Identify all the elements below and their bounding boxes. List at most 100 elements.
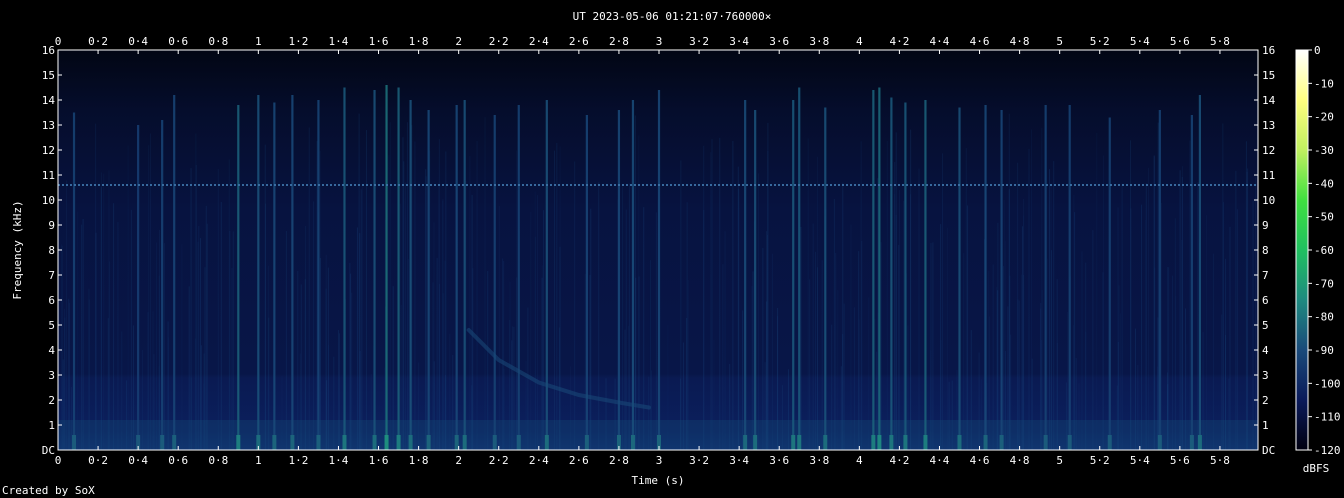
colorbar-tick-label: -70 [1314,277,1334,290]
y-tick-label: DC [42,444,55,457]
x-tick-label: 5·8 [1210,35,1230,48]
y-tick-label: 12 [1262,144,1275,157]
x-tick-label: 3·4 [729,454,749,467]
impulse-base [630,435,635,450]
x-tick-label: 4 [856,454,863,467]
x-tick-label: 1·4 [329,35,349,48]
y-tick-label: 16 [1262,44,1275,57]
x-tick-label: 0·4 [128,35,148,48]
y-tick-label: 7 [48,269,55,282]
impulse-base [791,435,796,450]
x-tick-label: 0·4 [128,454,148,467]
x-tick-label: 2 [455,35,462,48]
impulse-base [272,435,277,450]
x-tick-label: 2·2 [489,35,509,48]
x-tick-label: 4·6 [970,35,990,48]
x-tick-label: 5·6 [1170,454,1190,467]
x-axis-label: Time (s) [632,474,685,487]
chart-title: UT 2023-05-06 01:21:07·760000× [573,10,772,23]
impulse-base [889,435,894,450]
credit-text: Created by SoX [2,484,95,497]
y-tick-label: 2 [1262,394,1269,407]
impulse-base [160,435,165,450]
impulse-base [1043,435,1048,450]
y-tick-label: 15 [1262,69,1275,82]
y-tick-label: 9 [48,219,55,232]
x-tick-label: 5 [1056,35,1063,48]
x-tick-label: 1·8 [409,454,429,467]
x-tick-label: 5·2 [1090,454,1110,467]
y-tick-label: 11 [42,169,55,182]
y-tick-label: 11 [1262,169,1275,182]
x-tick-label: 5·8 [1210,454,1230,467]
y-tick-label: DC [1262,444,1275,457]
x-tick-label: 0·8 [208,454,228,467]
impulse-base [797,435,802,450]
x-tick-label: 4·6 [970,454,990,467]
x-tick-label: 1·2 [288,454,308,467]
impulse-base [1157,435,1162,450]
x-tick-label: 2·6 [569,35,589,48]
x-tick-label: 5·2 [1090,35,1110,48]
x-tick-label: 3·8 [809,454,829,467]
x-tick-label: 1·6 [369,454,389,467]
x-tick-label: 0 [55,35,62,48]
x-tick-label: 4·2 [889,454,909,467]
y-axis-label: Frequency (kHz) [11,200,24,299]
impulse-base [342,435,347,450]
y-tick-label: 5 [48,319,55,332]
x-tick-label: 0·6 [168,454,188,467]
x-tick-label: 2·2 [489,454,509,467]
impulse-base [544,435,549,450]
impulse-base [584,435,589,450]
impulse-base [743,435,748,450]
y-tick-label: 8 [1262,244,1269,257]
x-tick-label: 4·2 [889,35,909,48]
impulse-base [999,435,1004,450]
impulse-base [492,435,497,450]
x-tick-label: 4 [856,35,863,48]
colorbar-tick-label: -100 [1314,377,1341,390]
colorbar-tick-label: 0 [1314,44,1321,57]
x-tick-label: 3·2 [689,35,709,48]
x-tick-label: 5·4 [1130,35,1150,48]
y-tick-label: 6 [48,294,55,307]
x-tick-label: 3·2 [689,454,709,467]
colorbar-tick-label: -20 [1314,111,1334,124]
x-tick-label: 1 [255,454,262,467]
impulse-base [823,435,828,450]
y-tick-label: 12 [42,144,55,157]
x-tick-label: 1·8 [409,35,429,48]
y-tick-label: 4 [1262,344,1269,357]
plot-area [58,50,1258,450]
y-tick-label: 1 [48,419,55,432]
y-tick-label: 1 [1262,419,1269,432]
x-tick-label: 3·6 [769,454,789,467]
impulse-base [384,435,389,450]
x-tick-label: 0·2 [88,454,108,467]
impulse-base [426,435,431,450]
impulse-base [462,435,467,450]
x-tick-label: 0 [55,454,62,467]
y-tick-label: 15 [42,69,55,82]
x-tick-label: 3·4 [729,35,749,48]
impulse-base [923,435,928,450]
colorbar-gradient [1296,50,1308,450]
impulse-base [516,435,521,450]
y-tick-label: 3 [48,369,55,382]
y-tick-label: 10 [42,194,55,207]
colorbar: 0 -10 -20 -30 -40 -50 -60 -70 -80 -90 -100 -110 -120… [1296,44,1341,475]
impulse-base [454,435,459,450]
colorbar-tick-label: -120 [1314,444,1341,457]
colorbar-tick-label: -110 [1314,411,1341,424]
colorbar-ticks: 0 -10 -20 -30 -40 -50 -60 -70 -80 -90 -100 -110 -120 [1308,44,1341,457]
impulse-base [1107,435,1112,450]
impulse-base [1189,435,1194,450]
y-tick-label: 2 [48,394,55,407]
y-tick-label: 10 [1262,194,1275,207]
impulse-base [408,435,413,450]
x-tick-label: 2·4 [529,35,549,48]
x-tick-label: 1·2 [288,35,308,48]
x-tick-label: 4·4 [930,454,950,467]
impulse-base [236,435,241,450]
